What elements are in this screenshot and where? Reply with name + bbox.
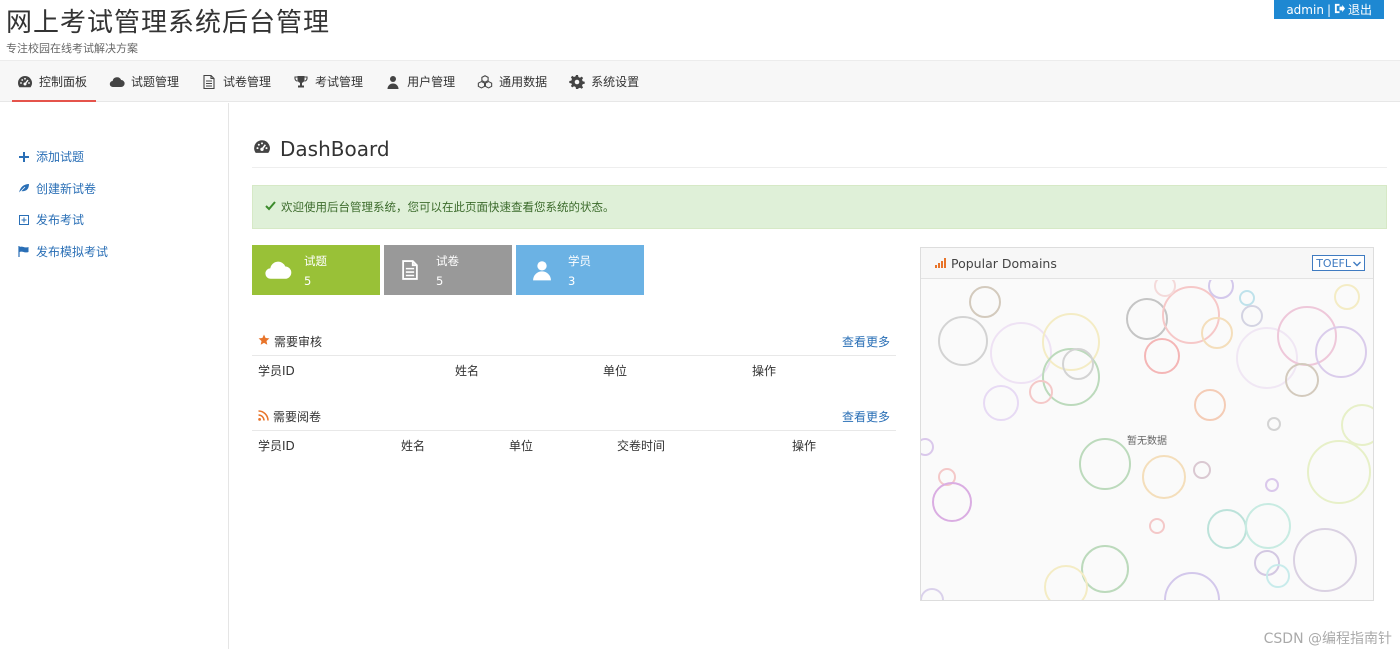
sidebar-item-label: 发布模拟考试 (36, 244, 109, 259)
nav-label: 试题管理 (131, 75, 180, 89)
column-header: 姓名 (455, 364, 480, 378)
section-header: 需要审核 查看更多 (252, 328, 896, 356)
widget-title: Popular Domains (951, 255, 1057, 271)
app-title: 网上考试管理系统后台管理 (6, 8, 331, 38)
main-nav: 控制面板 试题管理 试卷管理 考试管理 用户管理 通用数据 系统设置 (0, 60, 1400, 102)
empty-state-text: 暂无数据 (1127, 436, 1167, 447)
cubes-icon (477, 74, 493, 90)
nav-item-exams[interactable]: 考试管理 (282, 61, 374, 102)
nav-label: 用户管理 (407, 75, 456, 89)
nav-item-papers[interactable]: 试卷管理 (190, 61, 282, 102)
nav-label: 试卷管理 (223, 75, 272, 89)
user-icon (385, 74, 401, 90)
stat-card-students[interactable]: 学员 3 (516, 245, 644, 295)
page-title: DashBoard (280, 136, 390, 161)
signal-icon (935, 256, 947, 271)
leaf-icon (18, 182, 30, 194)
file-icon (384, 257, 436, 283)
nav-label: 考试管理 (315, 75, 364, 89)
nav-item-questions[interactable]: 试题管理 (98, 61, 190, 102)
sidebar-item-label: 创建新试卷 (36, 181, 97, 196)
popular-domains-widget: Popular Domains TOEFL 暂无数据 (920, 247, 1374, 601)
sidebar-item-create-paper[interactable]: 创建新试卷 (0, 173, 228, 205)
cloud-icon (252, 259, 304, 281)
stat-value: 5 (436, 273, 444, 288)
column-header: 操作 (792, 439, 817, 453)
stat-value: 5 (304, 273, 312, 288)
watermark: CSDN @编程指南针 (1263, 631, 1392, 647)
table-header-row: 学员ID 姓名 单位 操作 (252, 356, 896, 382)
user-icon (516, 258, 568, 282)
nav-label: 系统设置 (591, 75, 640, 89)
page-header: DashBoard (252, 130, 1387, 168)
column-header: 姓名 (401, 439, 426, 453)
view-more-link[interactable]: 查看更多 (842, 333, 890, 350)
section-header: 需要阅卷 查看更多 (252, 403, 896, 431)
widget-header: Popular Domains TOEFL (921, 248, 1373, 279)
file-icon (201, 74, 217, 90)
bubble-chart: 暂无数据 (921, 280, 1373, 600)
view-more-link[interactable]: 查看更多 (842, 408, 890, 425)
gear-icon (569, 74, 585, 90)
stat-label: 试题 (304, 253, 327, 268)
section-title: 需要阅卷 (273, 410, 322, 424)
column-header: 交卷时间 (617, 439, 666, 453)
nav-item-common-data[interactable]: 通用数据 (466, 61, 558, 102)
plus-square-icon (18, 214, 30, 226)
sidebar-item-label: 添加试题 (36, 150, 85, 165)
sidebar: 添加试题 创建新试卷 发布考试 发布模拟考试 (0, 103, 229, 649)
sidebar-item-add-question[interactable]: 添加试题 (0, 141, 228, 173)
column-header: 学员ID (258, 364, 295, 378)
welcome-alert: 欢迎使用后台管理系统，您可以在此页面快速查看您系统的状态。 (252, 185, 1387, 229)
alert-text: 欢迎使用后台管理系统，您可以在此页面快速查看您系统的状态。 (281, 200, 615, 214)
stat-card-papers[interactable]: 试卷 5 (384, 245, 512, 295)
column-header: 单位 (509, 439, 534, 453)
separator: | (1326, 2, 1331, 17)
dashboard-icon (252, 138, 272, 159)
nav-item-dashboard[interactable]: 控制面板 (6, 61, 98, 102)
stat-label: 试卷 (436, 253, 459, 268)
trophy-icon (293, 74, 309, 90)
username-link[interactable]: admin (1286, 3, 1324, 17)
plus-icon (18, 151, 30, 163)
stat-label: 学员 (568, 253, 591, 268)
sidebar-item-label: 发布考试 (36, 213, 85, 228)
check-icon (265, 200, 276, 214)
dashboard-icon (17, 74, 33, 90)
logout-icon (1334, 3, 1345, 17)
table-header-row: 学员ID 姓名 单位 交卷时间 操作 (252, 431, 896, 457)
cloud-icon (109, 74, 125, 90)
star-icon (258, 334, 270, 349)
column-header: 操作 (752, 364, 777, 378)
nav-label: 通用数据 (499, 75, 548, 89)
stat-value: 3 (568, 273, 576, 288)
domain-select-value: TOEFL (1316, 256, 1351, 270)
sidebar-item-publish-exam[interactable]: 发布考试 (0, 204, 228, 236)
nav-item-settings[interactable]: 系统设置 (558, 61, 650, 102)
nav-item-users[interactable]: 用户管理 (374, 61, 466, 102)
review-section: 需要审核 查看更多 学员ID 姓名 单位 操作 (252, 328, 896, 382)
column-header: 单位 (603, 364, 628, 378)
app-subtitle: 专注校园在线考试解决方案 (6, 42, 138, 55)
grading-section: 需要阅卷 查看更多 学员ID 姓名 单位 交卷时间 操作 (252, 403, 896, 457)
rss-icon (258, 409, 269, 424)
chevron-down-icon (1353, 257, 1361, 270)
column-header: 学员ID (258, 439, 295, 453)
section-title: 需要审核 (274, 335, 323, 349)
stat-card-questions[interactable]: 试题 5 (252, 245, 380, 295)
logout-link[interactable]: 退出 (1348, 1, 1372, 18)
domain-select[interactable]: TOEFL (1312, 255, 1365, 271)
nav-label: 控制面板 (39, 75, 88, 89)
user-box: admin | 退出 (1274, 0, 1384, 19)
flag-icon (18, 245, 30, 257)
sidebar-item-publish-mock-exam[interactable]: 发布模拟考试 (0, 236, 228, 268)
